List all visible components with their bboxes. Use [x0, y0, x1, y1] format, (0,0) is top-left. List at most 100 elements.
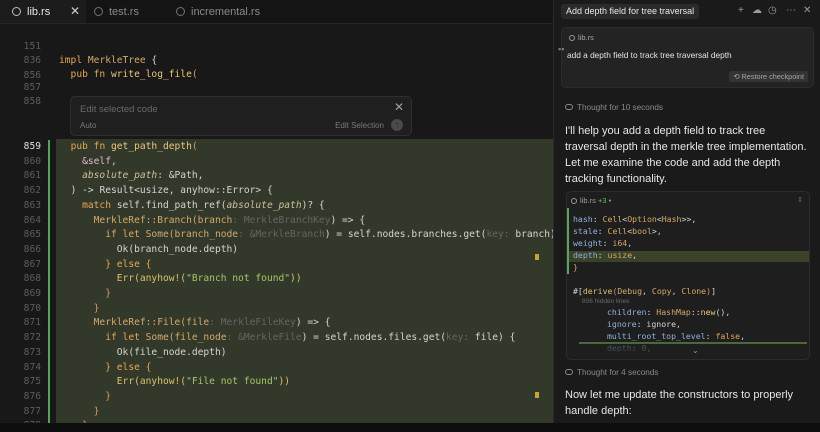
code-line[interactable]: 875 Err(anyhow!("File not found")) — [0, 375, 553, 390]
code-line: weight: i64, — [573, 238, 633, 248]
code-text: Err(anyhow!("Branch not found")) — [116, 273, 302, 285]
hidden-lines-label[interactable]: 806 hidden lines — [582, 298, 629, 305]
code-line[interactable]: 872 if let Some(file_node: &MerkleFile) … — [0, 331, 553, 346]
code-editor[interactable]: lib.rs ✕ test.rs incremental.rs 151 impl… — [0, 0, 553, 432]
code-card-file: lib.rs — [580, 196, 596, 205]
brain-icon — [565, 104, 573, 110]
rust-file-icon — [571, 198, 577, 204]
restore-icon: ⟲ — [733, 72, 742, 81]
inline-edit-input[interactable]: Edit selected code — [80, 104, 158, 115]
code-line[interactable]: 151 impl MerkleTree { — [0, 25, 553, 67]
code-line[interactable]: 862 ) -> Result<usize, anyhow::Error> { — [0, 184, 553, 199]
tab-incremental-rs[interactable]: incremental.rs — [176, 0, 260, 23]
code-text: Ok(file_node.depth) — [116, 346, 227, 358]
code-line[interactable]: 866 Ok(branch_node.depth) — [0, 243, 553, 258]
rust-file-icon — [94, 7, 103, 16]
chat-title-tab[interactable]: Add depth field for tree traversal — [561, 4, 700, 19]
expand-icon[interactable]: ⇕ — [797, 196, 803, 204]
edit-selection-button[interactable]: Edit Selection — [335, 121, 384, 130]
user-prompt-card[interactable]: ▪▪ lib.rs add a depth field to track tre… — [558, 27, 814, 88]
code-line[interactable]: 860 &self, — [0, 155, 553, 170]
tab-lib-rs[interactable]: lib.rs ✕ — [0, 0, 86, 23]
code-line[interactable]: 871 MerkleRef::File(file: MerkleFileKey)… — [0, 316, 553, 331]
code-line[interactable]: 864 MerkleRef::Branch(branch: MerkleBran… — [0, 214, 553, 229]
context-file-chip[interactable]: lib.rs — [569, 33, 594, 42]
diff-count: +3 — [597, 196, 607, 205]
code-line[interactable]: 858 } — [0, 80, 553, 122]
chevron-down-icon[interactable]: ⌄ — [692, 346, 699, 355]
tab-label: lib.rs — [27, 5, 51, 18]
code-line: hash: Cell<Option<Hash>>, — [573, 214, 697, 224]
history-icon[interactable]: ◷ — [768, 5, 777, 16]
code-line[interactable]: 863 match self.find_path_ref(absolute_pa… — [0, 199, 553, 214]
close-icon[interactable]: ✕ — [803, 5, 811, 16]
code-line[interactable]: 859 pub fn get_path_depth( — [0, 140, 553, 155]
new-chat-icon[interactable]: + — [738, 5, 744, 16]
code-text: match self.find_path_ref(absolute_path)?… — [82, 199, 325, 211]
line-number: 864 — [23, 214, 41, 226]
close-icon[interactable]: ✕ — [394, 100, 404, 114]
code-text: MerkleRef::File(file: MerkleFileKey) => … — [93, 317, 331, 329]
line-number: 861 — [23, 170, 41, 182]
tab-label: incremental.rs — [191, 5, 261, 18]
inline-edit-box[interactable]: Edit selected code ✕ Auto Edit Selection… — [70, 96, 412, 136]
line-number: 875 — [23, 376, 41, 388]
code-line[interactable]: 865 if let Some(branch_node: &MerkleBran… — [0, 228, 553, 243]
close-tab-icon[interactable]: ✕ — [70, 4, 80, 18]
code-line[interactable]: 873 Ok(file_node.depth) — [0, 346, 553, 361]
code-line[interactable]: 861 absolute_path: &Path, — [0, 169, 553, 184]
code-line: } — [573, 262, 578, 272]
brain-icon — [565, 369, 573, 375]
code-line[interactable]: 870 } — [0, 302, 553, 317]
line-number: 859 — [23, 141, 41, 152]
code-line[interactable]: 874 } else { — [0, 361, 553, 376]
line-number: 860 — [23, 155, 41, 167]
thought-label: Thought for 4 seconds — [577, 368, 659, 377]
code-text: ) -> Result<usize, anyhow::Error> { — [70, 185, 273, 197]
cloud-icon[interactable]: ☁ — [752, 5, 762, 16]
rust-file-icon — [12, 7, 21, 16]
code-text: } else { — [105, 361, 152, 373]
line-number: 865 — [23, 229, 41, 241]
fade-overlay — [567, 343, 809, 359]
code-diff-card[interactable]: lib.rs +3 • ⇕ hash: Cell<Option<Hash>>, … — [566, 191, 810, 360]
more-icon[interactable]: ⋯ — [786, 5, 796, 16]
code-line: children: HashMap::new(), — [607, 307, 731, 317]
thought-indicator[interactable]: Thought for 4 seconds — [565, 368, 658, 377]
grid-icon: ▪▪ — [558, 44, 565, 54]
line-number: 874 — [23, 361, 41, 373]
code-line: stale: Cell<bool>, — [573, 226, 662, 236]
line-number: 873 — [23, 346, 41, 358]
line-number: 872 — [23, 332, 41, 344]
line-number: 871 — [23, 317, 41, 329]
chat-panel: Add depth field for tree traversal + ☁ ◷… — [553, 0, 820, 423]
code-line[interactable]: 869 } — [0, 287, 553, 302]
tab-test-rs[interactable]: test.rs — [94, 0, 139, 23]
code-text: absolute_path: &Path, — [82, 170, 204, 182]
status-strip — [0, 423, 820, 432]
code-line[interactable]: 868 Err(anyhow!("Branch not found")) — [0, 272, 553, 287]
code-text: } — [93, 405, 100, 417]
line-number: 862 — [23, 185, 41, 197]
code-line: ignore: ignore, — [607, 319, 681, 329]
code-card-header: lib.rs +3 • — [571, 196, 611, 205]
line-number: 868 — [23, 273, 41, 285]
code-text: } — [105, 288, 111, 299]
code-text: Ok(branch_node.depth) — [116, 243, 239, 255]
restore-checkpoint-button[interactable]: ⟲ Restore checkpoint — [729, 71, 808, 82]
rust-file-icon — [569, 35, 575, 41]
submit-icon[interactable]: ↑ — [391, 119, 403, 131]
thought-label: Thought for 10 seconds — [577, 103, 664, 112]
model-mode-select[interactable]: Auto — [80, 121, 96, 130]
code-line[interactable]: 857 Ok(()) — [0, 66, 553, 108]
code-line[interactable]: 877 } — [0, 405, 553, 420]
code-text: } — [105, 390, 111, 402]
code-line[interactable]: 876 } — [0, 390, 553, 405]
context-file-label: lib.rs — [578, 33, 594, 42]
code-line[interactable]: 867 } else { — [0, 258, 553, 273]
code-line[interactable]: 836 pub fn write_log_file( — [0, 39, 553, 81]
line-number: 858 — [23, 95, 41, 107]
editor-tab-bar: lib.rs ✕ test.rs incremental.rs — [0, 0, 553, 24]
assistant-message: I'll help you add a depth field to track… — [565, 125, 807, 185]
thought-indicator[interactable]: Thought for 10 seconds — [565, 103, 663, 112]
